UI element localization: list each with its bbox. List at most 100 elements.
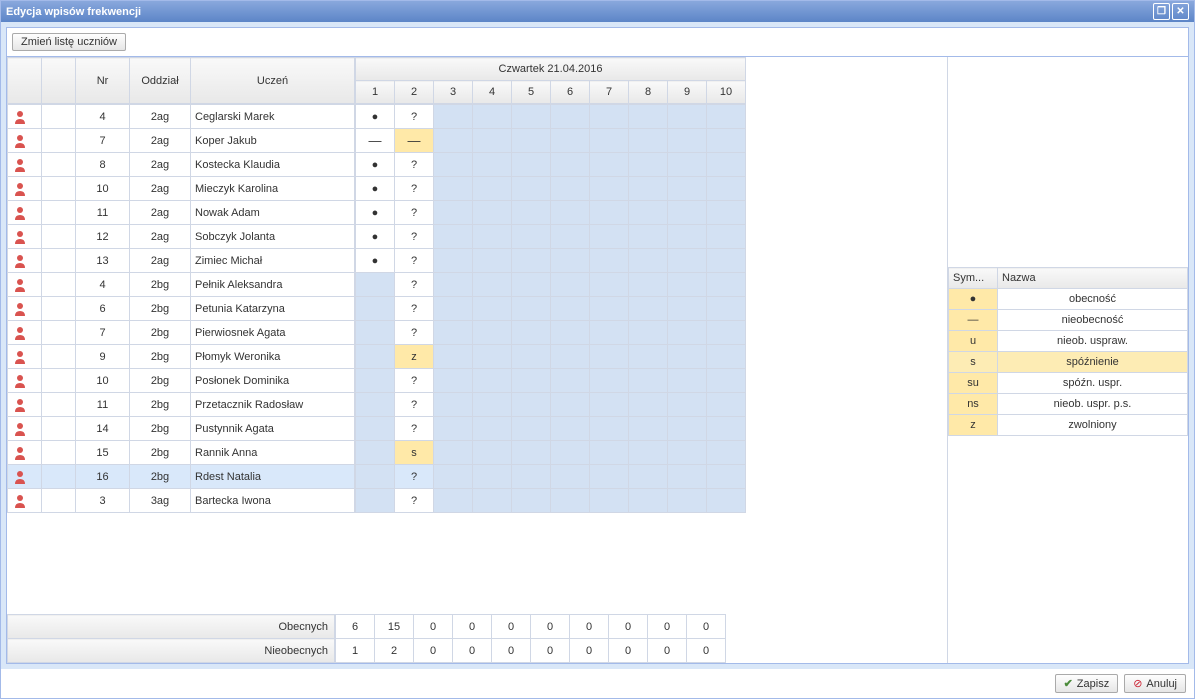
- attendance-cell[interactable]: [668, 321, 707, 345]
- attendance-cell[interactable]: [629, 129, 668, 153]
- attendance-cell[interactable]: [707, 201, 746, 225]
- attendance-cell[interactable]: [590, 297, 629, 321]
- attendance-cell[interactable]: [356, 393, 395, 417]
- attendance-cell[interactable]: [434, 105, 473, 129]
- table-row[interactable]: 102agMieczyk Karolina: [8, 177, 355, 201]
- legend-row[interactable]: nsnieob. uspr. p.s.: [949, 394, 1188, 415]
- attendance-cell[interactable]: [434, 489, 473, 513]
- attendance-cell[interactable]: [707, 297, 746, 321]
- attendance-cell[interactable]: [434, 297, 473, 321]
- header-student[interactable]: Uczeń: [191, 58, 355, 104]
- attendance-cell[interactable]: [668, 489, 707, 513]
- header-lesson-4[interactable]: 4: [473, 81, 512, 104]
- attendance-cell[interactable]: [668, 369, 707, 393]
- attendance-cell[interactable]: [551, 225, 590, 249]
- table-row[interactable]: 112agNowak Adam: [8, 201, 355, 225]
- attendance-cell[interactable]: [434, 417, 473, 441]
- attendance-cell[interactable]: ●: [356, 201, 395, 225]
- attendance-cell[interactable]: [434, 369, 473, 393]
- attendance-cell[interactable]: [590, 321, 629, 345]
- attendance-cell[interactable]: [551, 417, 590, 441]
- table-row[interactable]: 102bgPosłonek Dominika: [8, 369, 355, 393]
- close-icon[interactable]: ✕: [1172, 3, 1189, 20]
- attendance-cell[interactable]: [629, 489, 668, 513]
- legend-row[interactable]: ●obecność: [949, 289, 1188, 310]
- legend-row[interactable]: unieob. usprаw.: [949, 331, 1188, 352]
- attendance-cell[interactable]: ?: [395, 393, 434, 417]
- expand-cell[interactable]: [42, 201, 76, 225]
- attendance-cell[interactable]: [473, 321, 512, 345]
- attendance-cell[interactable]: [590, 489, 629, 513]
- attendance-cell[interactable]: [473, 441, 512, 465]
- expand-cell[interactable]: [42, 297, 76, 321]
- attendance-cell[interactable]: [551, 249, 590, 273]
- attendance-cell[interactable]: [551, 201, 590, 225]
- expand-cell[interactable]: [42, 321, 76, 345]
- attendance-cell[interactable]: [668, 153, 707, 177]
- attendance-cell[interactable]: [707, 105, 746, 129]
- legend-header-name[interactable]: Nazwa: [998, 268, 1188, 289]
- attendance-cell[interactable]: [668, 201, 707, 225]
- attendance-cell[interactable]: [707, 465, 746, 489]
- expand-cell[interactable]: [42, 177, 76, 201]
- attendance-cell[interactable]: [356, 465, 395, 489]
- attendance-cell[interactable]: [551, 465, 590, 489]
- attendance-cell[interactable]: [590, 177, 629, 201]
- attendance-cell[interactable]: [707, 273, 746, 297]
- attendance-cell[interactable]: [473, 369, 512, 393]
- attendance-cell[interactable]: [473, 345, 512, 369]
- attendance-cell[interactable]: [356, 297, 395, 321]
- expand-cell[interactable]: [42, 393, 76, 417]
- table-row[interactable]: 112bgPrzetacznik Radosław: [8, 393, 355, 417]
- attendance-cell[interactable]: [551, 105, 590, 129]
- attendance-cell[interactable]: [629, 345, 668, 369]
- attendance-cell[interactable]: [707, 177, 746, 201]
- attendance-cell[interactable]: [629, 105, 668, 129]
- attendance-cell[interactable]: [473, 417, 512, 441]
- expand-cell[interactable]: [42, 129, 76, 153]
- attendance-cell[interactable]: ?: [395, 249, 434, 273]
- attendance-cell[interactable]: [629, 465, 668, 489]
- attendance-cell[interactable]: [707, 369, 746, 393]
- attendance-cell[interactable]: [473, 297, 512, 321]
- table-row[interactable]: 42bgPełnik Aleksandra: [8, 273, 355, 297]
- attendance-cell[interactable]: [707, 129, 746, 153]
- attendance-cell[interactable]: [512, 297, 551, 321]
- attendance-cell[interactable]: ?: [395, 465, 434, 489]
- attendance-cell[interactable]: [707, 321, 746, 345]
- attendance-cell[interactable]: [356, 273, 395, 297]
- expand-cell[interactable]: [42, 225, 76, 249]
- attendance-cell[interactable]: [551, 369, 590, 393]
- attendance-cell[interactable]: [473, 489, 512, 513]
- attendance-cell[interactable]: [590, 369, 629, 393]
- expand-cell[interactable]: [42, 417, 76, 441]
- attendance-cell[interactable]: [434, 201, 473, 225]
- attendance-cell[interactable]: [473, 105, 512, 129]
- restore-icon[interactable]: ❐: [1153, 3, 1170, 20]
- attendance-cell[interactable]: [668, 417, 707, 441]
- attendance-cell[interactable]: [512, 417, 551, 441]
- attendance-cell[interactable]: [629, 321, 668, 345]
- attendance-cell[interactable]: [590, 225, 629, 249]
- attendance-cell[interactable]: s: [395, 441, 434, 465]
- attendance-cell[interactable]: [434, 465, 473, 489]
- attendance-cell[interactable]: [668, 249, 707, 273]
- legend-header-sym[interactable]: Sym...: [949, 268, 998, 289]
- attendance-cell[interactable]: [356, 369, 395, 393]
- attendance-cell[interactable]: [512, 249, 551, 273]
- attendance-cell[interactable]: [668, 273, 707, 297]
- table-body-scroll[interactable]: 42agCeglarski Marek72agKoper Jakub82agKo…: [7, 104, 947, 614]
- attendance-cell[interactable]: ●: [356, 249, 395, 273]
- attendance-cell[interactable]: [434, 345, 473, 369]
- attendance-cell[interactable]: [512, 393, 551, 417]
- attendance-cell[interactable]: [668, 465, 707, 489]
- legend-row[interactable]: zzwolniony: [949, 415, 1188, 436]
- attendance-cell[interactable]: [434, 249, 473, 273]
- attendance-cell[interactable]: [629, 177, 668, 201]
- expand-cell[interactable]: [42, 465, 76, 489]
- attendance-cell[interactable]: [590, 201, 629, 225]
- attendance-cell[interactable]: [551, 153, 590, 177]
- table-row[interactable]: 82agKostecka Klaudia: [8, 153, 355, 177]
- attendance-cell[interactable]: [512, 465, 551, 489]
- attendance-cell[interactable]: ?: [395, 225, 434, 249]
